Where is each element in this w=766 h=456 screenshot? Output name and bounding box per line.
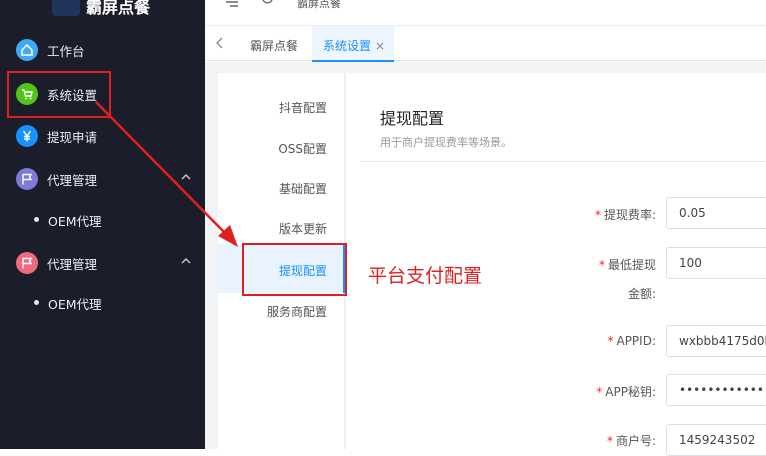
annotation-arrow-icon (95, 101, 238, 247)
annotation-label: 平台支付配置 (368, 265, 483, 287)
